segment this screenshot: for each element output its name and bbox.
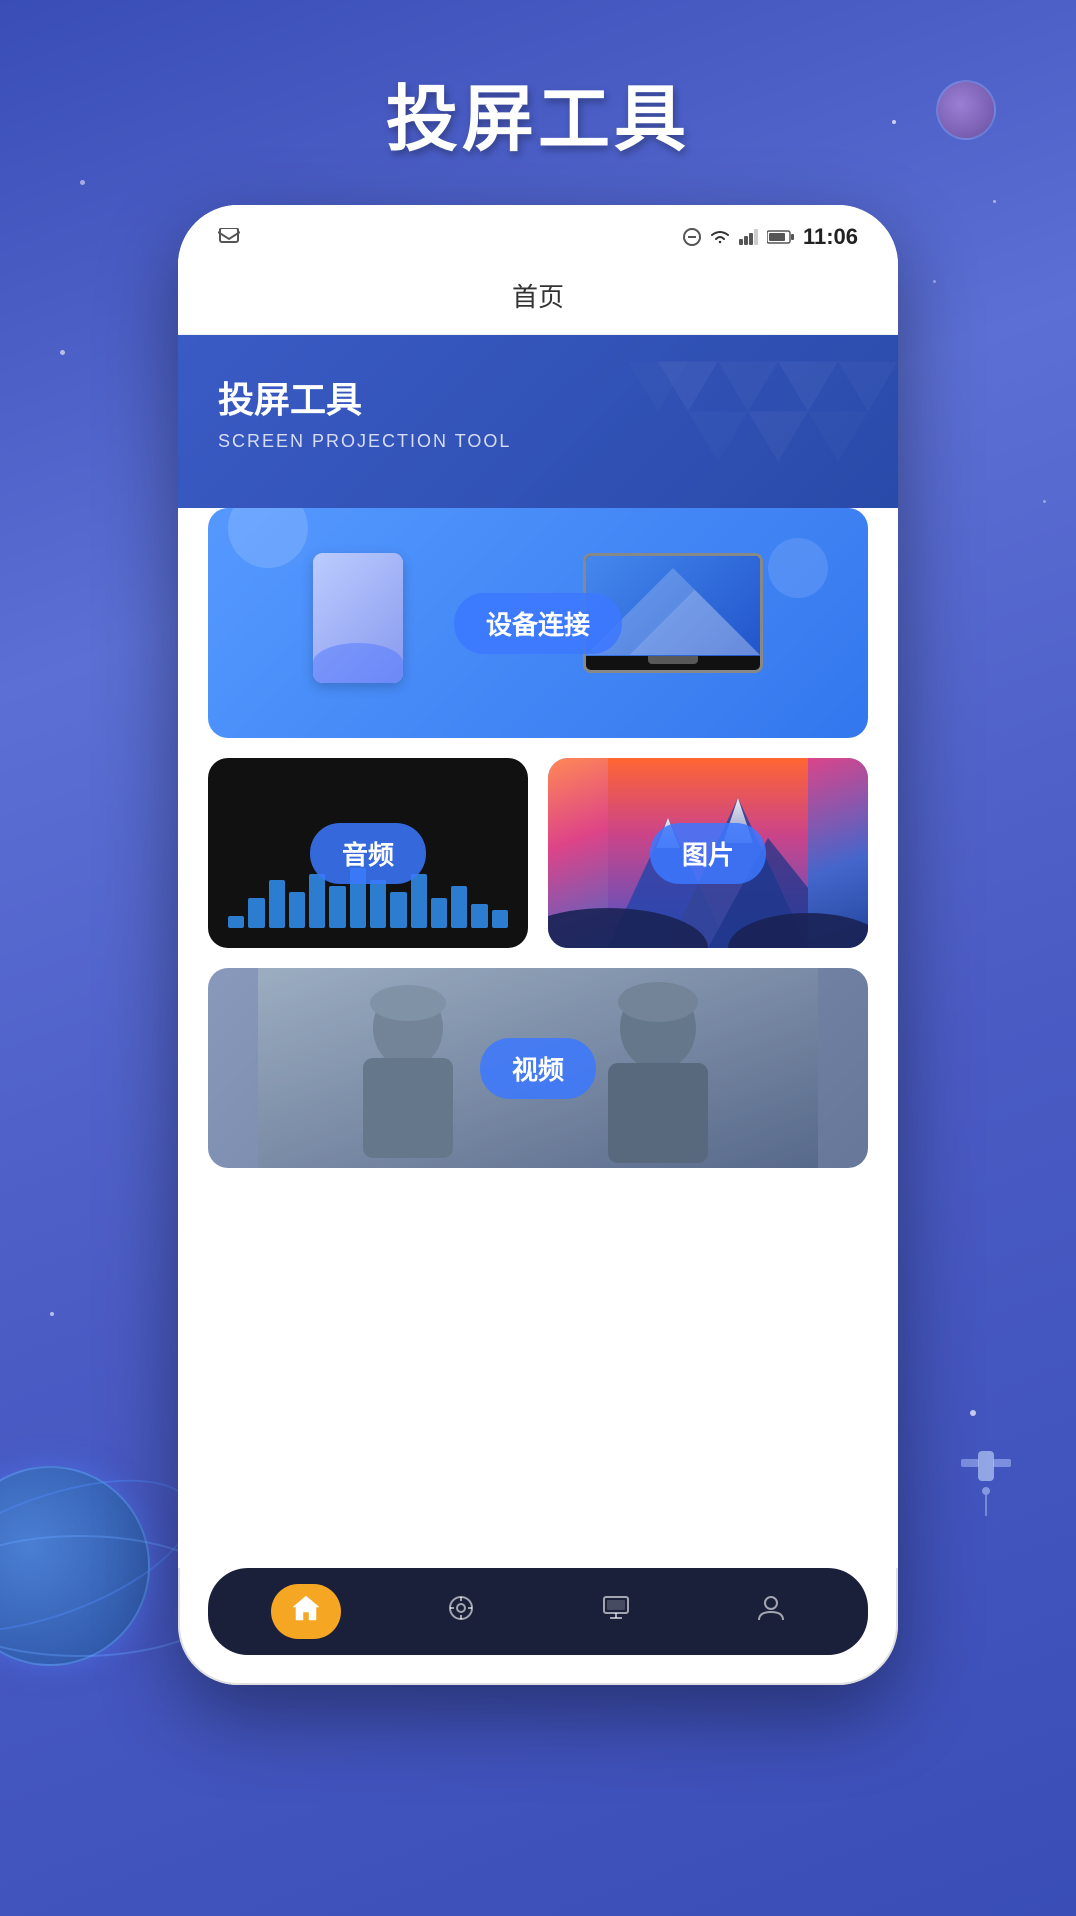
video-label[interactable]: 视频 <box>480 1038 596 1099</box>
status-right: 11:06 <box>683 224 858 250</box>
satellite-decoration <box>956 1431 1016 1536</box>
cast-icon <box>601 1594 631 1629</box>
signal-icon <box>739 229 759 245</box>
nav-item-cast[interactable] <box>581 1584 651 1639</box>
video-card[interactable]: 视频 <box>208 968 868 1168</box>
bottom-nav <box>208 1568 868 1655</box>
feature-row-audio-photo: 音频 <box>208 758 868 948</box>
planet-decoration <box>0 1466 150 1666</box>
notification-icon <box>218 228 240 246</box>
phone-frame: 11:06 首页 投屏工具 SCREEN PROJECTION TOOL <box>178 205 898 1685</box>
dnd-icon <box>683 228 701 246</box>
nav-item-home[interactable] <box>271 1584 341 1639</box>
banner-triangles <box>598 335 898 508</box>
photo-label[interactable]: 图片 <box>650 823 766 884</box>
main-card: 设备连接 <box>178 478 898 1568</box>
audio-card[interactable]: 音频 <box>208 758 528 948</box>
status-left <box>218 228 240 246</box>
battery-icon <box>767 230 795 244</box>
device-connect-card[interactable]: 设备连接 <box>208 508 868 738</box>
nav-item-media[interactable] <box>426 1584 496 1639</box>
status-time: 11:06 <box>803 224 858 250</box>
wifi-icon <box>709 228 731 246</box>
status-bar: 11:06 <box>178 205 898 261</box>
header-banner: 投屏工具 SCREEN PROJECTION TOOL <box>178 335 898 508</box>
profile-icon <box>756 1594 786 1629</box>
photo-card[interactable]: 图片 <box>548 758 868 948</box>
home-icon <box>291 1594 321 1629</box>
device-connect-label[interactable]: 设备连接 <box>454 593 622 654</box>
audio-label[interactable]: 音频 <box>310 823 426 884</box>
app-bar: 首页 <box>178 261 898 335</box>
app-title: 投屏工具 <box>386 60 690 165</box>
small-planet <box>936 80 996 140</box>
nav-item-profile[interactable] <box>736 1584 806 1639</box>
page-title: 首页 <box>512 282 564 312</box>
media-icon <box>446 1594 476 1629</box>
